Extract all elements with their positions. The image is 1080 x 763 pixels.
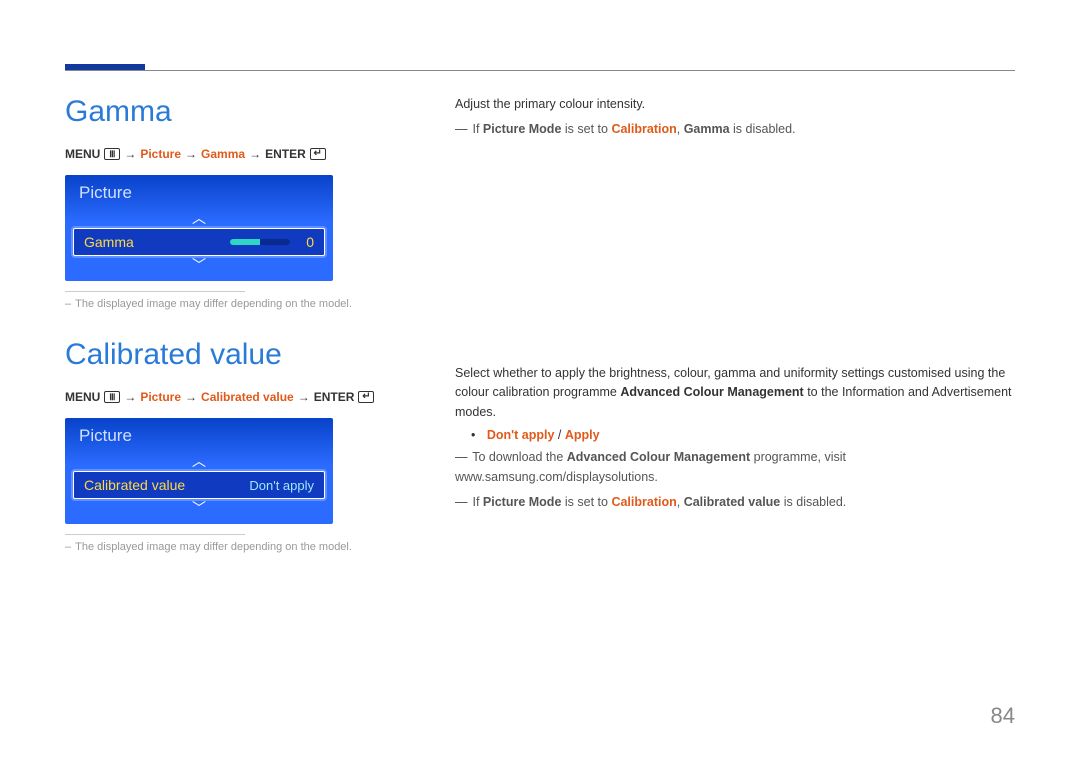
calibrated-note: –The displayed image may differ dependin… bbox=[65, 541, 425, 553]
enter-label: ENTER bbox=[314, 390, 355, 404]
gamma-left-column: Gamma MENU → Picture → Gamma → ENTER Pic… bbox=[65, 95, 425, 338]
gamma-note: –The displayed image may differ dependin… bbox=[65, 298, 425, 310]
osd-row-label: Gamma bbox=[84, 234, 134, 250]
gamma-slider[interactable] bbox=[230, 239, 290, 245]
note-text: The displayed image may differ depending… bbox=[75, 298, 352, 310]
arrow-icon: → bbox=[185, 147, 197, 161]
calibrated-disable-note: ― If Picture Mode is set to Calibration,… bbox=[455, 493, 1015, 512]
page-number: 84 bbox=[991, 703, 1015, 729]
osd-up-arrow[interactable]: ︿ bbox=[65, 452, 333, 471]
osd-down-arrow[interactable]: ﹀ bbox=[65, 499, 333, 518]
calibrated-osd-panel: Picture ︿ Calibrated value Don't apply ﹀ bbox=[65, 418, 333, 524]
gamma-title: Gamma bbox=[65, 95, 425, 129]
calibrated-title: Calibrated value bbox=[65, 338, 425, 372]
osd-row-value: Don't apply bbox=[249, 478, 314, 493]
calibrated-menu-path: MENU → Picture → Calibrated value → ENTE… bbox=[65, 390, 425, 404]
enter-icon bbox=[358, 391, 374, 403]
arrow-icon: → bbox=[298, 390, 310, 404]
arrow-icon: → bbox=[185, 390, 197, 404]
path-calibrated: Calibrated value bbox=[201, 390, 294, 404]
calibrated-left-column: Calibrated value MENU → Picture → Calibr… bbox=[65, 338, 425, 581]
osd-row-label: Calibrated value bbox=[84, 477, 185, 493]
gamma-osd-panel: Picture ︿ Gamma 0 ﹀ bbox=[65, 175, 333, 281]
calibrated-download-note: ― To download the Advanced Colour Manage… bbox=[455, 448, 1015, 487]
calibrated-right-column: Select whether to apply the brightness, … bbox=[455, 364, 1015, 518]
gamma-right-column: Adjust the primary colour intensity. ― I… bbox=[455, 95, 1015, 146]
path-picture: Picture bbox=[140, 147, 181, 161]
enter-icon bbox=[310, 148, 326, 160]
path-picture: Picture bbox=[140, 390, 181, 404]
gamma-disable-note: ― If Picture Mode is set to Calibration,… bbox=[455, 120, 1015, 139]
menu-icon bbox=[104, 148, 120, 160]
note-rule bbox=[65, 534, 245, 535]
osd-row-value: 0 bbox=[304, 234, 314, 250]
osd-calibrated-row[interactable]: Calibrated value Don't apply bbox=[73, 471, 325, 499]
menu-label: MENU bbox=[65, 147, 100, 161]
arrow-icon: → bbox=[124, 147, 136, 161]
calibrated-desc: Select whether to apply the brightness, … bbox=[455, 364, 1015, 422]
enter-label: ENTER bbox=[265, 147, 306, 161]
osd-up-arrow[interactable]: ︿ bbox=[65, 209, 333, 228]
gamma-desc: Adjust the primary colour intensity. bbox=[455, 95, 1015, 114]
calibrated-options: • Don't apply / Apply bbox=[471, 428, 1015, 442]
gamma-menu-path: MENU → Picture → Gamma → ENTER bbox=[65, 147, 425, 161]
osd-header: Picture bbox=[65, 418, 333, 452]
note-text: The displayed image may differ depending… bbox=[75, 541, 352, 553]
note-rule bbox=[65, 291, 245, 292]
osd-header: Picture bbox=[65, 175, 333, 209]
content: Gamma MENU → Picture → Gamma → ENTER Pic… bbox=[65, 95, 1015, 581]
arrow-icon: → bbox=[249, 147, 261, 161]
osd-gamma-row[interactable]: Gamma 0 bbox=[73, 228, 325, 256]
menu-label: MENU bbox=[65, 390, 100, 404]
arrow-icon: → bbox=[124, 390, 136, 404]
header-rule bbox=[65, 70, 1015, 71]
path-gamma: Gamma bbox=[201, 147, 245, 161]
menu-icon bbox=[104, 391, 120, 403]
osd-down-arrow[interactable]: ﹀ bbox=[65, 256, 333, 275]
